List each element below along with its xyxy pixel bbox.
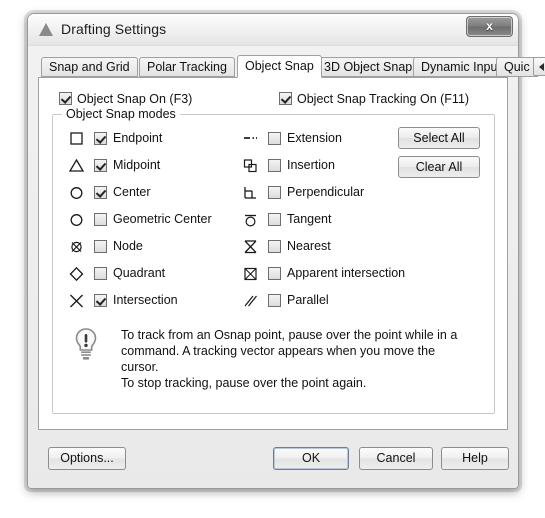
object-snap-on-checkbox[interactable]: Object Snap On (F3) [59,92,192,106]
dialog-footer: Options... OK Cancel Help [28,439,518,489]
perpendicular-icon [242,185,260,201]
tab-snap-and-grid[interactable]: Snap and Grid [41,57,138,77]
snap-mode-insertion-checkbox [268,159,281,172]
snap-mode-extension-label: Extension [287,131,342,145]
dialog-body: Snap and Grid Polar Tracking Object Snap… [28,46,545,489]
tab-scroll-left-button[interactable] [533,57,545,76]
crossed-circle-icon [68,239,86,255]
title-bar: Drafting Settings x [28,14,518,46]
snap-mode-quadrant-label: Quadrant [113,266,166,280]
snap-mode-endpoint-label: Endpoint [113,131,163,145]
snap-mode-node-checkbox [94,240,107,253]
snap-mode-tangent-checkbox [268,213,281,226]
snap-mode-nearest-checkbox [268,240,281,253]
snap-mode-intersection-label: Intersection [113,293,178,307]
parallel-lines-icon [242,293,260,309]
ok-button[interactable]: OK [273,447,349,470]
object-snap-on-label: Object Snap On (F3) [77,92,193,106]
object-snap-tracking-on-label: Object Snap Tracking On (F11) [297,92,470,106]
snap-mode-geometric-center-checkbox [94,213,107,226]
square-icon [68,131,86,147]
x-cross-icon [68,293,86,309]
tab-quick-properties[interactable]: Quic [496,57,538,77]
object-snap-on-checkbox-box [59,92,72,105]
snap-mode-extension-checkbox [268,132,281,145]
snap-mode-insertion-label: Insertion [287,158,335,172]
object-snap-tab-page: Object Snap On (F3) Object Snap Tracking… [38,77,508,430]
help-button[interactable]: Help [441,447,509,470]
object-snap-tracking-on-checkbox-box [279,92,292,105]
snap-mode-node-label: Node [113,239,143,253]
object-snap-modes-group-label: Object Snap modes [62,107,180,121]
tip-text: To track from an Osnap point, pause over… [121,328,458,390]
boxed-x-icon [242,266,260,282]
drafting-settings-dialog: Drafting Settings x Snap and Grid Polar … [27,13,545,489]
cancel-button[interactable]: Cancel [359,447,433,470]
snap-mode-nearest-label: Nearest [287,239,331,253]
snap-mode-perpendicular-checkbox [268,186,281,199]
hourglass-icon [242,239,260,255]
tab-strip: Snap and Grid Polar Tracking Object Snap… [41,55,545,78]
snap-mode-tangent-label: Tangent [287,212,332,226]
snap-mode-endpoint-checkbox [94,132,107,145]
window-title: Drafting Settings [61,21,167,37]
snap-mode-parallel-label: Parallel [287,293,329,307]
snap-mode-center-checkbox [94,186,107,199]
tangent-icon [242,212,260,228]
dashed-line-icon [242,131,260,147]
select-all-button[interactable]: Select All [398,127,480,149]
options-button[interactable]: Options... [48,447,126,470]
tab-object-snap[interactable]: Object Snap [237,55,322,78]
snap-mode-quadrant-checkbox [94,267,107,280]
screenshot-root: Drafting Settings x Snap and Grid Polar … [0,0,545,518]
snap-mode-midpoint-label: Midpoint [113,158,161,172]
triangle-icon [39,23,53,36]
snap-mode-intersection-checkbox [94,294,107,307]
triangle-icon [68,158,86,174]
lightbulb-icon [73,328,99,367]
snap-mode-apparent-intersection-label: Apparent intersection [287,266,406,280]
tip-panel: To track from an Osnap point, pause over… [73,327,473,390]
circle-icon [68,212,86,228]
object-snap-tracking-on-checkbox[interactable]: Object Snap Tracking On (F11) [279,92,469,106]
diamond-icon [68,266,86,282]
tab-dynamic-input[interactable]: Dynamic Input [413,57,509,77]
snap-mode-parallel-checkbox [268,294,281,307]
snap-mode-geometric-center-label: Geometric Center [113,212,212,226]
clear-all-button[interactable]: Clear All [398,156,480,178]
tab-3d-object-snap[interactable]: 3D Object Snap [316,57,421,77]
circle-icon [68,185,86,201]
close-icon[interactable]: x [466,16,513,37]
tab-polar-tracking[interactable]: Polar Tracking [139,57,235,77]
snap-mode-midpoint-checkbox [94,159,107,172]
snap-mode-apparent-intersection-checkbox [268,267,281,280]
insertion-icon [242,158,260,174]
snap-mode-perpendicular-label: Perpendicular [287,185,365,199]
object-snap-modes-group: Object Snap modes Endpoint Midpoint Cent… [52,107,495,414]
snap-mode-center-label: Center [113,185,151,199]
